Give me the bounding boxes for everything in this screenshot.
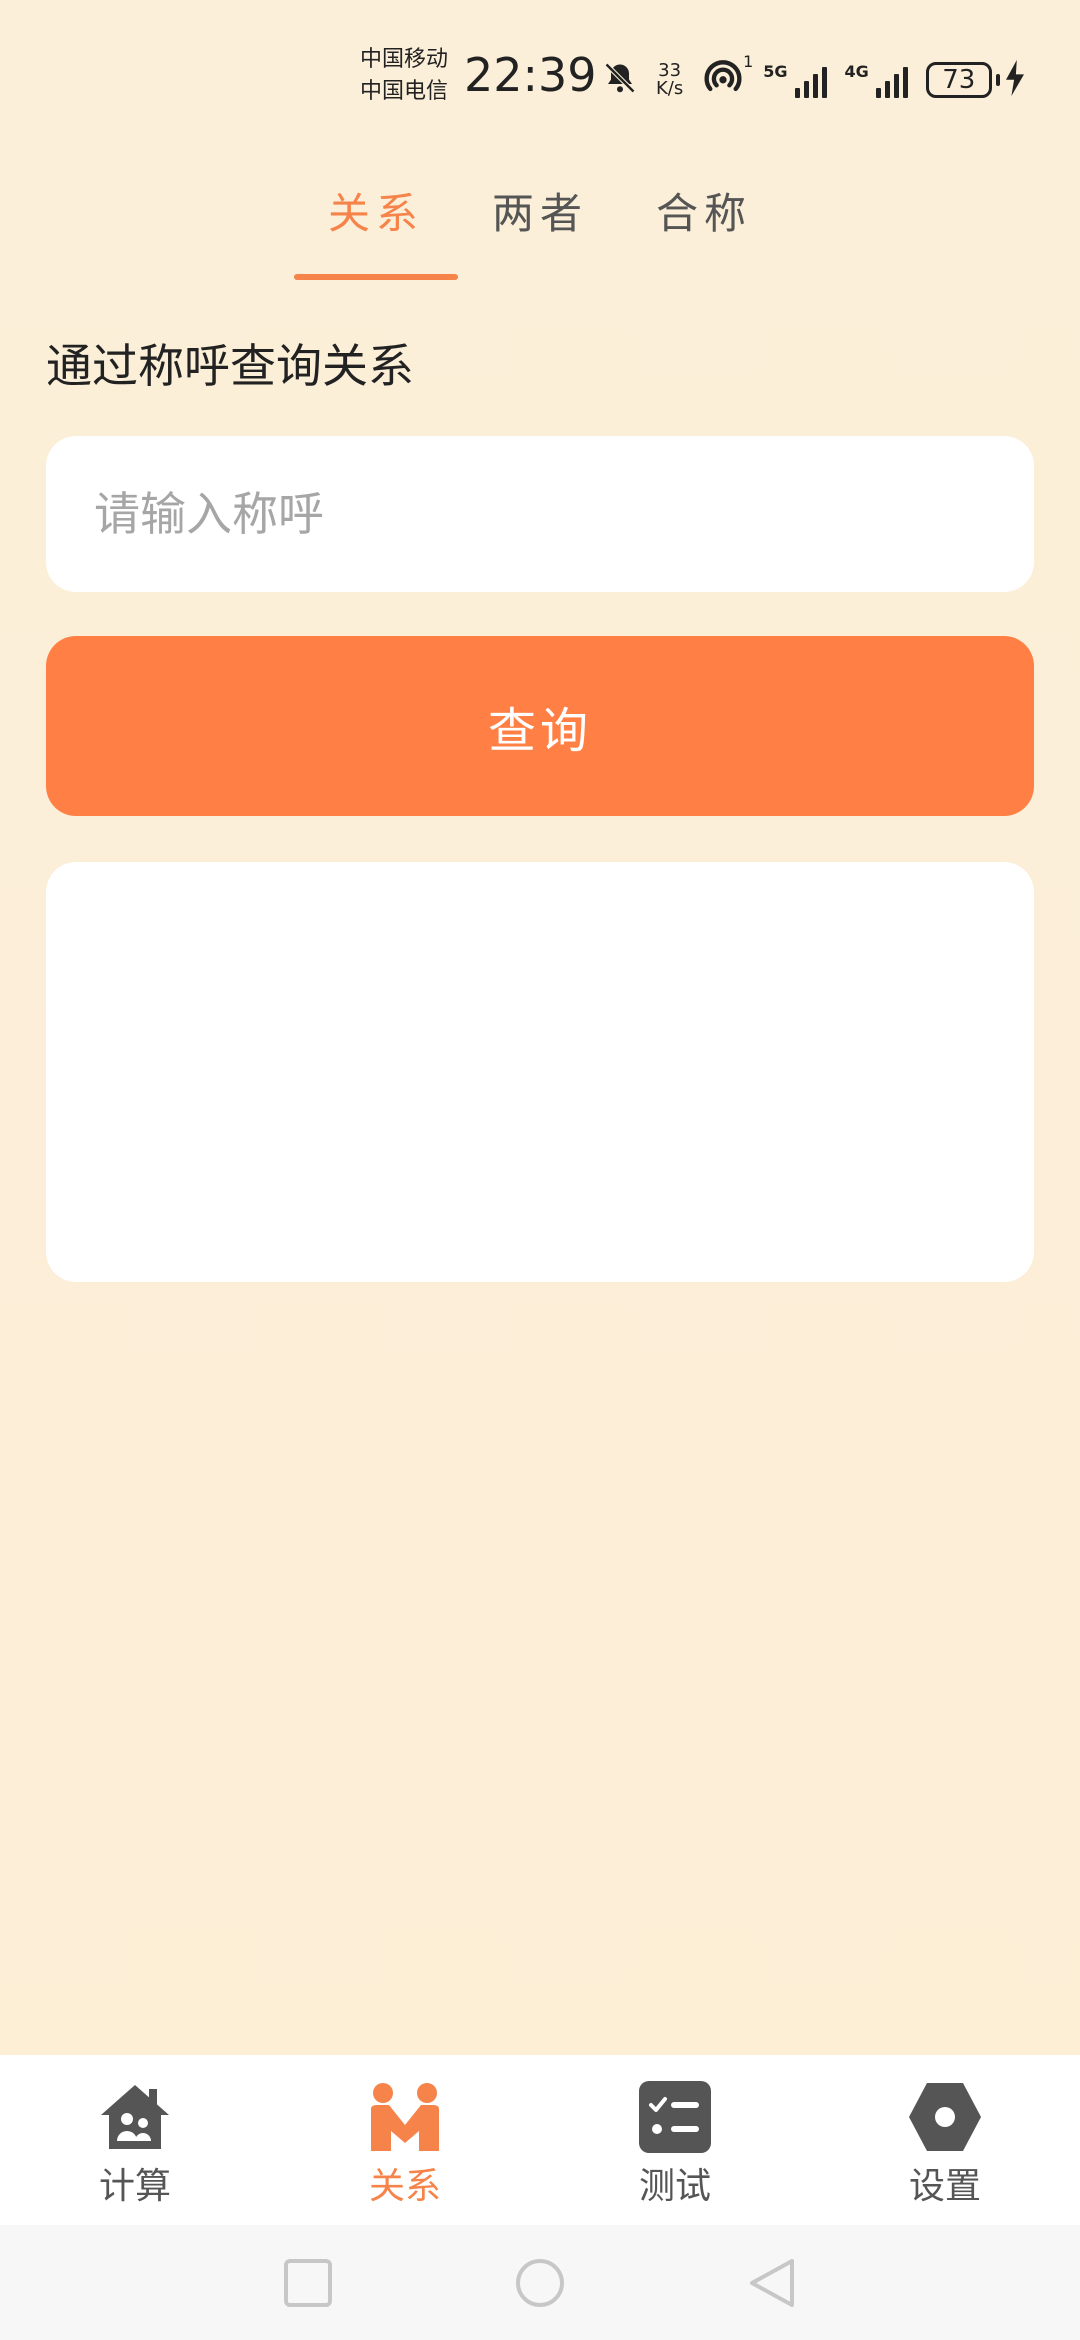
net-speed-unit: K/s <box>656 78 684 99</box>
top-tabs: 关系 两者 合称 <box>0 170 1080 280</box>
hotspot-icon: 1 <box>701 52 753 102</box>
signal-2: 4G <box>845 62 908 98</box>
nav-item-relation[interactable]: 关系 <box>305 2081 505 2209</box>
active-tab-indicator <box>294 274 458 280</box>
net-speed: 33 K/s <box>656 62 683 98</box>
nav-item-test[interactable]: 测试 <box>575 2081 775 2209</box>
battery-level: 73 <box>925 62 992 98</box>
checklist-icon <box>637 2081 713 2153</box>
nav-label-settings: 设置 <box>908 2166 981 2207</box>
result-area <box>46 862 1034 1282</box>
battery-indicator: 73 <box>925 60 1026 100</box>
system-nav-bar <box>0 2225 1080 2340</box>
handshake-people-icon <box>367 2081 443 2153</box>
charging-bolt-icon <box>1004 60 1026 100</box>
clock: 22:39 <box>464 48 597 102</box>
query-button[interactable]: 查询 <box>46 636 1034 816</box>
input-card <box>46 436 1034 592</box>
mute-bell-icon <box>602 60 638 100</box>
tab-both[interactable]: 两者 <box>458 180 622 241</box>
tab-relation[interactable]: 关系 <box>294 180 458 241</box>
nav-label-calculate: 计算 <box>98 2166 171 2207</box>
nav-label-relation: 关系 <box>368 2166 441 2207</box>
back-triangle-icon[interactable] <box>746 2257 798 2309</box>
nav-item-settings[interactable]: 设置 <box>845 2081 1045 2209</box>
house-family-icon <box>97 2081 173 2153</box>
bottom-nav: 计算 关系 测试 设置 <box>0 2055 1080 2225</box>
home-circle-icon[interactable] <box>514 2257 566 2309</box>
signal-1: 5G <box>763 62 827 98</box>
signal-2-label: 4G <box>844 62 869 81</box>
carrier-names: 中国移动 中国电信 <box>360 44 448 108</box>
tab-combined-name[interactable]: 合称 <box>622 180 786 241</box>
hotspot-badge: 1 <box>743 52 754 71</box>
nav-label-test: 测试 <box>638 2166 711 2207</box>
nav-item-calculate[interactable]: 计算 <box>35 2081 235 2209</box>
section-title: 通过称呼查询关系 <box>46 339 414 393</box>
recent-apps-icon[interactable] <box>282 2257 334 2309</box>
carrier-2: 中国电信 <box>360 79 449 104</box>
carrier-1: 中国移动 <box>360 47 449 72</box>
title-input[interactable] <box>92 486 988 542</box>
status-icons: 33 K/s 1 5G 4G 73 <box>602 52 1026 105</box>
hexagon-nut-icon <box>907 2081 983 2153</box>
signal-1-label: 5G <box>763 62 788 81</box>
status-bar: 中国移动 中国电信 22:39 33 K/s 1 5G 4G 73 <box>0 0 1080 150</box>
